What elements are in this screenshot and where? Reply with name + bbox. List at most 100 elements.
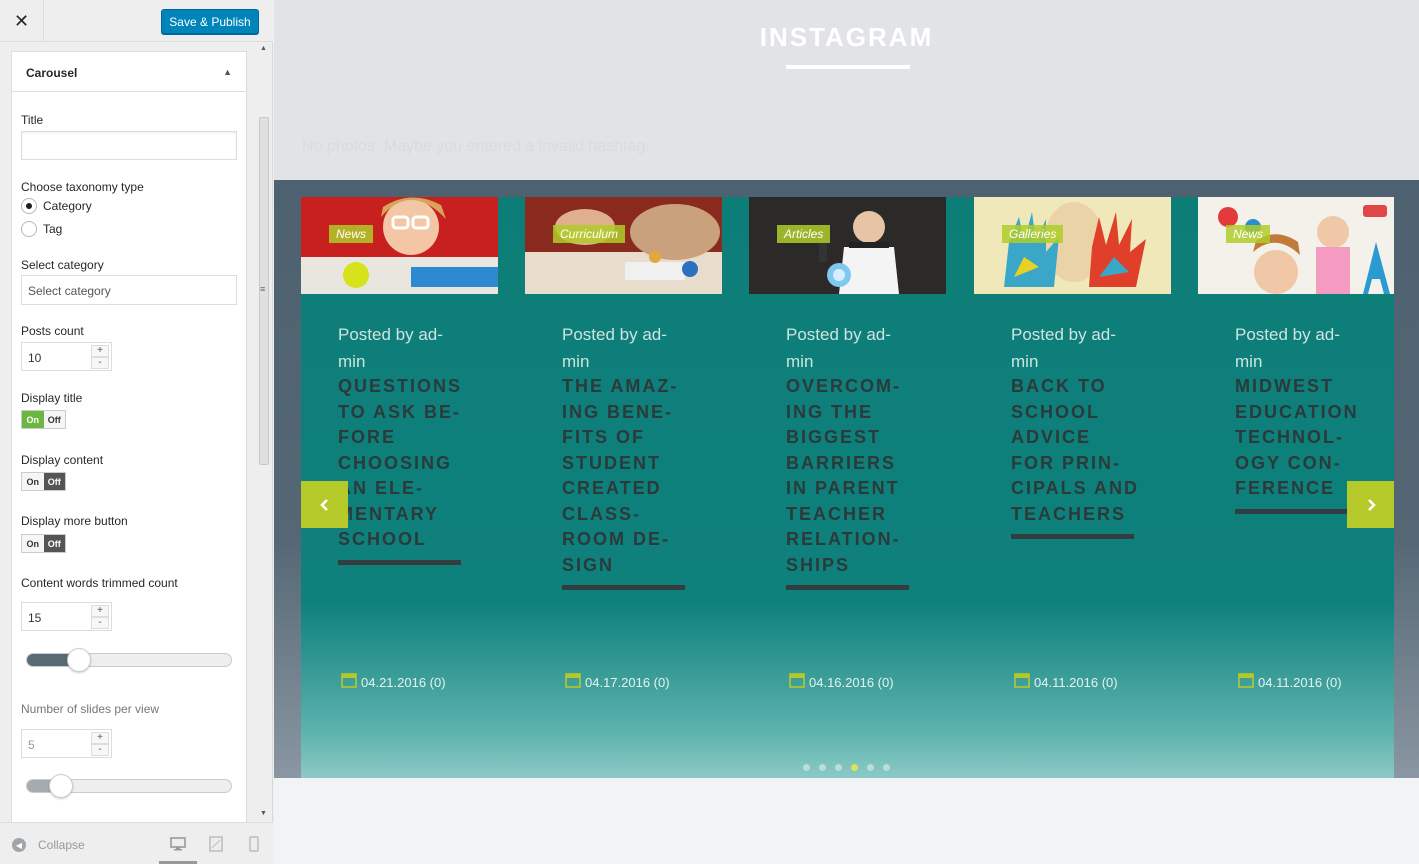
- chevron-left-icon: [319, 498, 328, 511]
- posts-count-value: 10: [28, 351, 42, 365]
- craft-hands-image: [525, 197, 722, 294]
- carousel-band: News Posted by ad-min QUESTIONS TO ASK B…: [274, 180, 1419, 778]
- taxonomy-label: Choose taxonomy type: [21, 180, 144, 194]
- close-button[interactable]: ✕: [0, 0, 44, 42]
- display-content-toggle[interactable]: On Off: [21, 472, 66, 491]
- post-title[interactable]: OVERCOM-ING THE BIGGEST BARRIERS IN PARE…: [786, 374, 916, 578]
- increment-button[interactable]: +: [91, 345, 109, 357]
- girl-drawing-image: [301, 197, 498, 294]
- category-tag[interactable]: Articles: [777, 225, 831, 243]
- tablet-icon[interactable]: [209, 836, 223, 852]
- carousel-section: Carousel ▲ Title Choose taxonomy type Ca…: [11, 51, 247, 822]
- category-tag[interactable]: News: [1226, 225, 1271, 243]
- trim-count-label: Content words trimmed count: [21, 576, 178, 590]
- site-preview: INSTAGRAM No photos. Maybe you entered a…: [274, 0, 1419, 864]
- post-meta: 04.17.2016 (0): [565, 672, 670, 690]
- heading-underline: [786, 65, 910, 69]
- carousel-prev-button[interactable]: [301, 481, 348, 528]
- boy-microscope-image: [749, 197, 946, 294]
- painted-hands-image: [974, 197, 1171, 294]
- carousel-pagination: [803, 764, 890, 771]
- panel-scroll-area: Carousel ▲ Title Choose taxonomy type Ca…: [0, 42, 273, 822]
- post-thumbnail[interactable]: News: [301, 197, 498, 294]
- radio-unchecked-icon[interactable]: [21, 221, 37, 237]
- scroll-down-icon[interactable]: ▼: [260, 810, 267, 817]
- post-title[interactable]: MIDWEST EDUCATION TECHNOL-OGY CON-FERENC…: [1235, 374, 1360, 502]
- panel-header: ✕ Save & Publish: [0, 0, 273, 42]
- select-category-dropdown[interactable]: Select category: [21, 275, 237, 305]
- trim-count-slider[interactable]: [26, 648, 232, 672]
- pagination-dot[interactable]: [803, 764, 810, 771]
- title-input[interactable]: [21, 131, 237, 160]
- collapse-icon[interactable]: ◀: [12, 838, 26, 852]
- calendar-icon: [1238, 672, 1254, 688]
- display-title-toggle[interactable]: On Off: [21, 410, 66, 429]
- display-title-label: Display title: [21, 391, 83, 405]
- slides-per-view-slider[interactable]: [26, 774, 232, 798]
- scroll-up-icon[interactable]: ▲: [260, 45, 267, 52]
- posts-count-label: Posts count: [21, 324, 84, 338]
- section-header[interactable]: Carousel ▲: [12, 52, 246, 92]
- desktop-icon[interactable]: [170, 836, 186, 852]
- trim-count-value: 15: [28, 611, 42, 625]
- post-author: Posted by ad-min: [338, 325, 443, 371]
- section-title: Carousel: [26, 66, 78, 80]
- slides-per-view-value: 5: [28, 738, 35, 752]
- decrement-button[interactable]: -: [91, 357, 109, 369]
- trim-count-input[interactable]: 15 + -: [21, 602, 112, 631]
- title-underline: [1235, 509, 1358, 514]
- collapse-button[interactable]: Collapse: [38, 838, 85, 852]
- mobile-icon[interactable]: [249, 836, 259, 852]
- post-author: Posted by ad-min: [1235, 325, 1340, 371]
- title-underline: [1011, 534, 1134, 539]
- slider-handle[interactable]: [67, 648, 91, 672]
- increment-button[interactable]: +: [91, 732, 109, 744]
- post-thumbnail[interactable]: Galleries: [974, 197, 1171, 294]
- post-date: 04.11.2016 (0): [1258, 675, 1342, 690]
- display-more-label: Display more button: [21, 514, 128, 528]
- decrement-button[interactable]: -: [91, 617, 109, 629]
- slider-handle[interactable]: [49, 774, 73, 798]
- toggle-off[interactable]: Off: [43, 411, 65, 428]
- pagination-dot[interactable]: [835, 764, 842, 771]
- preview-footer-area: [274, 778, 1419, 864]
- toggle-off[interactable]: Off: [43, 473, 65, 490]
- customizer-panel: ✕ Save & Publish Carousel ▲ Title Choose…: [0, 0, 273, 864]
- chevron-right-icon: [1367, 498, 1376, 511]
- post-meta: 04.11.2016 (0): [1238, 672, 1342, 690]
- pagination-dot[interactable]: [819, 764, 826, 771]
- toggle-on[interactable]: On: [22, 411, 44, 428]
- posts-count-input[interactable]: 10 + -: [21, 342, 112, 371]
- toggle-off[interactable]: Off: [43, 535, 65, 552]
- post-meta: 04.11.2016 (0): [1014, 672, 1118, 690]
- slides-per-view-input[interactable]: 5 + -: [21, 729, 112, 758]
- carousel-next-button[interactable]: [1347, 481, 1394, 528]
- save-publish-button[interactable]: Save & Publish: [161, 9, 259, 34]
- radio-tag[interactable]: Tag: [21, 221, 62, 237]
- calendar-icon: [565, 672, 581, 688]
- pagination-dot[interactable]: [883, 764, 890, 771]
- increment-button[interactable]: +: [91, 605, 109, 617]
- title-underline: [338, 560, 461, 565]
- post-title[interactable]: THE AMAZ-ING BENE-FITS OF STUDENT CREATE…: [562, 374, 692, 578]
- post-title[interactable]: BACK TO SCHOOL ADVICE FOR PRIN-CIPALS AN…: [1011, 374, 1141, 527]
- decrement-button[interactable]: -: [91, 744, 109, 756]
- post-title[interactable]: QUESTIONS TO ASK BE-FORE CHOOSING AN ELE…: [338, 374, 468, 553]
- category-tag[interactable]: Galleries: [1002, 225, 1064, 243]
- calendar-icon: [789, 672, 805, 688]
- toggle-on[interactable]: On: [22, 535, 44, 552]
- display-more-toggle[interactable]: On Off: [21, 534, 66, 553]
- slides-per-view-label: Number of slides per view: [21, 702, 160, 716]
- category-tag[interactable]: Curriculum: [553, 225, 626, 243]
- collapse-arrow-icon[interactable]: ▲: [223, 67, 232, 77]
- panel-scrollbar[interactable]: ▲ ≡ ▼: [258, 42, 271, 822]
- post-thumbnail[interactable]: Curriculum: [525, 197, 722, 294]
- pagination-dot[interactable]: [851, 764, 858, 771]
- post-thumbnail[interactable]: Articles: [749, 197, 946, 294]
- category-tag[interactable]: News: [329, 225, 374, 243]
- radio-category[interactable]: Category: [21, 198, 92, 214]
- radio-checked-icon[interactable]: [21, 198, 37, 214]
- post-thumbnail[interactable]: News: [1198, 197, 1394, 294]
- pagination-dot[interactable]: [867, 764, 874, 771]
- toggle-on[interactable]: On: [22, 473, 44, 490]
